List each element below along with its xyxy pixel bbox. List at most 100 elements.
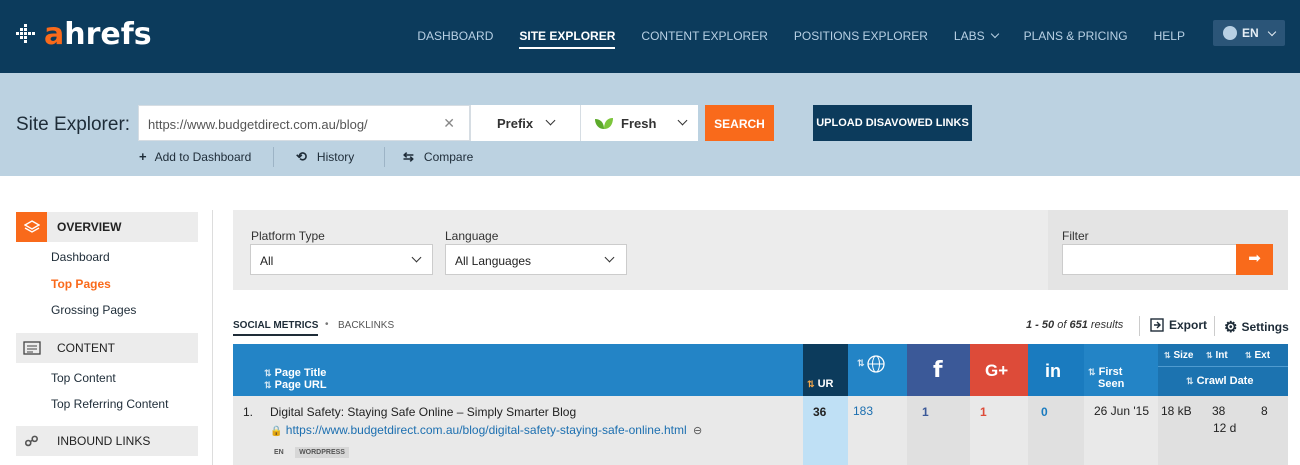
history-link[interactable]: ⟲ History [296,149,354,165]
leaf-icon [595,118,613,129]
ur-value: 36 [813,405,827,419]
export-icon [1150,318,1164,332]
history-icon: ⟲ [296,149,307,164]
more-options-icon[interactable]: ⊖ [693,425,702,437]
first-seen-value: 26 Jun '15 [1094,404,1150,418]
language-label: Language [445,229,499,243]
sidebar-item-top-pages[interactable]: Top Pages [51,277,111,291]
platform-type-select[interactable]: All [250,244,433,275]
gear-icon: ⚙ [1224,319,1238,336]
header-crawl-date[interactable]: ⇅ Crawl Date [1186,375,1253,387]
page-tags: EN WORDPRESS [270,443,353,458]
google-plus-value[interactable]: 1 [980,405,987,419]
clear-icon[interactable]: ✕ [443,115,455,132]
add-to-dashboard-link[interactable]: + Add to Dashboard [139,149,251,164]
nav-dashboard[interactable]: DASHBOARD [417,29,493,43]
www-value[interactable]: 183 [853,404,873,418]
facebook-cell: 1 [907,396,970,465]
filter-input[interactable] [1062,244,1238,275]
mode-select[interactable]: Prefix [470,105,580,141]
header-ext[interactable]: ⇅ Ext [1245,350,1270,361]
nav-content-explorer[interactable]: CONTENT EXPLORER [641,29,767,43]
nav-labs[interactable]: LABS [954,29,999,43]
lock-icon: 🔒 [270,426,283,437]
nav-plans-pricing[interactable]: PLANS & PRICING [1024,29,1128,43]
table-row: 1. Digital Safety: Staying Safe Online –… [233,396,1288,465]
header-www[interactable]: ⇅ [848,344,907,396]
linkedin-cell: 0 [1028,396,1084,465]
page-title: Digital Safety: Staying Safe Online – Si… [270,405,577,419]
size-value: 18 kB [1161,404,1192,418]
size-cell: 18 kB 38 8 12 d [1158,396,1288,465]
ahrefs-logo[interactable]: ahrefs [16,16,152,52]
row-number: 1. [243,405,254,419]
ext-links-value: 8 [1261,404,1268,418]
tag-platform: WORDPRESS [295,447,349,458]
tab-separator: • [325,319,329,330]
sidebar-item-top-content[interactable]: Top Content [51,371,116,385]
sidebar-item-top-referring-content[interactable]: Top Referring Content [51,397,168,411]
nav-site-explorer[interactable]: SITE EXPLORER [519,29,616,49]
nav-positions-explorer[interactable]: POSITIONS EXPLORER [794,29,928,43]
www-globe-icon [866,354,886,377]
plus-icon: + [139,149,147,164]
sidebar-inbound-links[interactable]: ☍ INBOUND LINKS [16,426,198,456]
language-label: EN [1242,26,1259,40]
main-nav: DASHBOARD SITE EXPLORER CONTENT EXPLORER… [417,25,1185,49]
header-google-plus[interactable]: G+ [970,344,1028,396]
compare-arrows-icon: ⇆ [403,149,414,164]
upload-disavowed-links-button[interactable]: UPLOAD DISAVOWED LINKS [813,105,972,141]
page-url-link[interactable]: 🔒 https://www.budgetdirect.com.au/blog/d… [270,423,702,437]
header-first-seen[interactable]: ⇅ First Seen [1084,344,1158,396]
linkedin-value[interactable]: 0 [1041,405,1048,419]
logo-mark-icon [16,23,38,45]
language-switcher[interactable]: EN [1213,20,1285,46]
sidebar-item-dashboard[interactable]: Dashboard [51,250,110,264]
sidebar-overview[interactable]: OVERVIEW [16,212,198,242]
results-count: 1 - 50 of 651 results [1026,319,1124,331]
url-input[interactable]: https://www.budgetdirect.com.au/blog/ ✕ [138,105,470,141]
filter-apply-button[interactable]: ➡ [1236,244,1273,275]
chevron-down-icon [411,252,422,263]
content-icon [16,333,47,363]
sidebar-divider [212,210,213,465]
header-page-title[interactable]: ⇅ Page Title ⇅ Page URL [264,367,327,391]
index-select[interactable]: Fresh [580,105,698,141]
header-int[interactable]: ⇅ Int [1206,350,1228,361]
brand-name: ahrefs [44,16,152,52]
header-facebook[interactable]: f [907,344,970,396]
divider [1214,316,1215,336]
int-links-value: 38 [1212,404,1226,418]
header-size[interactable]: ⇅ Size [1164,350,1194,361]
settings-button[interactable]: ⚙ Settings [1224,318,1289,336]
globe-icon [1223,26,1237,40]
divider [384,147,385,167]
chevron-down-icon [990,29,999,39]
language-select[interactable]: All Languages [445,244,627,275]
tag-language: EN [274,449,284,456]
arrow-right-icon: ➡ [1248,250,1261,267]
chevron-down-icon [1267,27,1276,36]
filter-label: Filter [1062,229,1089,243]
sidebar-content[interactable]: CONTENT [16,333,198,363]
compare-link[interactable]: ⇆ Compare [403,149,473,165]
search-button[interactable]: SEARCH [705,105,774,141]
header-linkedin[interactable]: in [1028,344,1084,396]
chevron-down-icon [604,252,615,263]
link-icon: ☍ [24,432,39,449]
tab-backlinks[interactable]: BACKLINKS [338,320,394,331]
facebook-value[interactable]: 1 [922,405,929,419]
export-button[interactable]: Export [1150,318,1207,332]
divider [273,147,274,167]
table-header: ⇅ Page Title ⇅ Page URL ⇅ UR ⇅ f G+ in ⇅… [233,344,1288,396]
chevron-down-icon [677,115,688,126]
site-explorer-label: Site Explorer: [16,114,131,135]
tab-social-metrics[interactable]: SOCIAL METRICS [233,320,319,336]
header-ur[interactable]: ⇅ UR [803,344,848,396]
layers-icon [16,212,47,242]
sidebar-item-grossing-pages[interactable]: Grossing Pages [51,303,136,317]
facebook-icon: f [933,358,943,383]
nav-help[interactable]: HELP [1154,29,1185,43]
google-plus-icon: G+ [985,361,1009,380]
header-size-links-crawl: ⇅ Size ⇅ Int ⇅ Ext ⇅ Crawl Date [1158,344,1288,396]
